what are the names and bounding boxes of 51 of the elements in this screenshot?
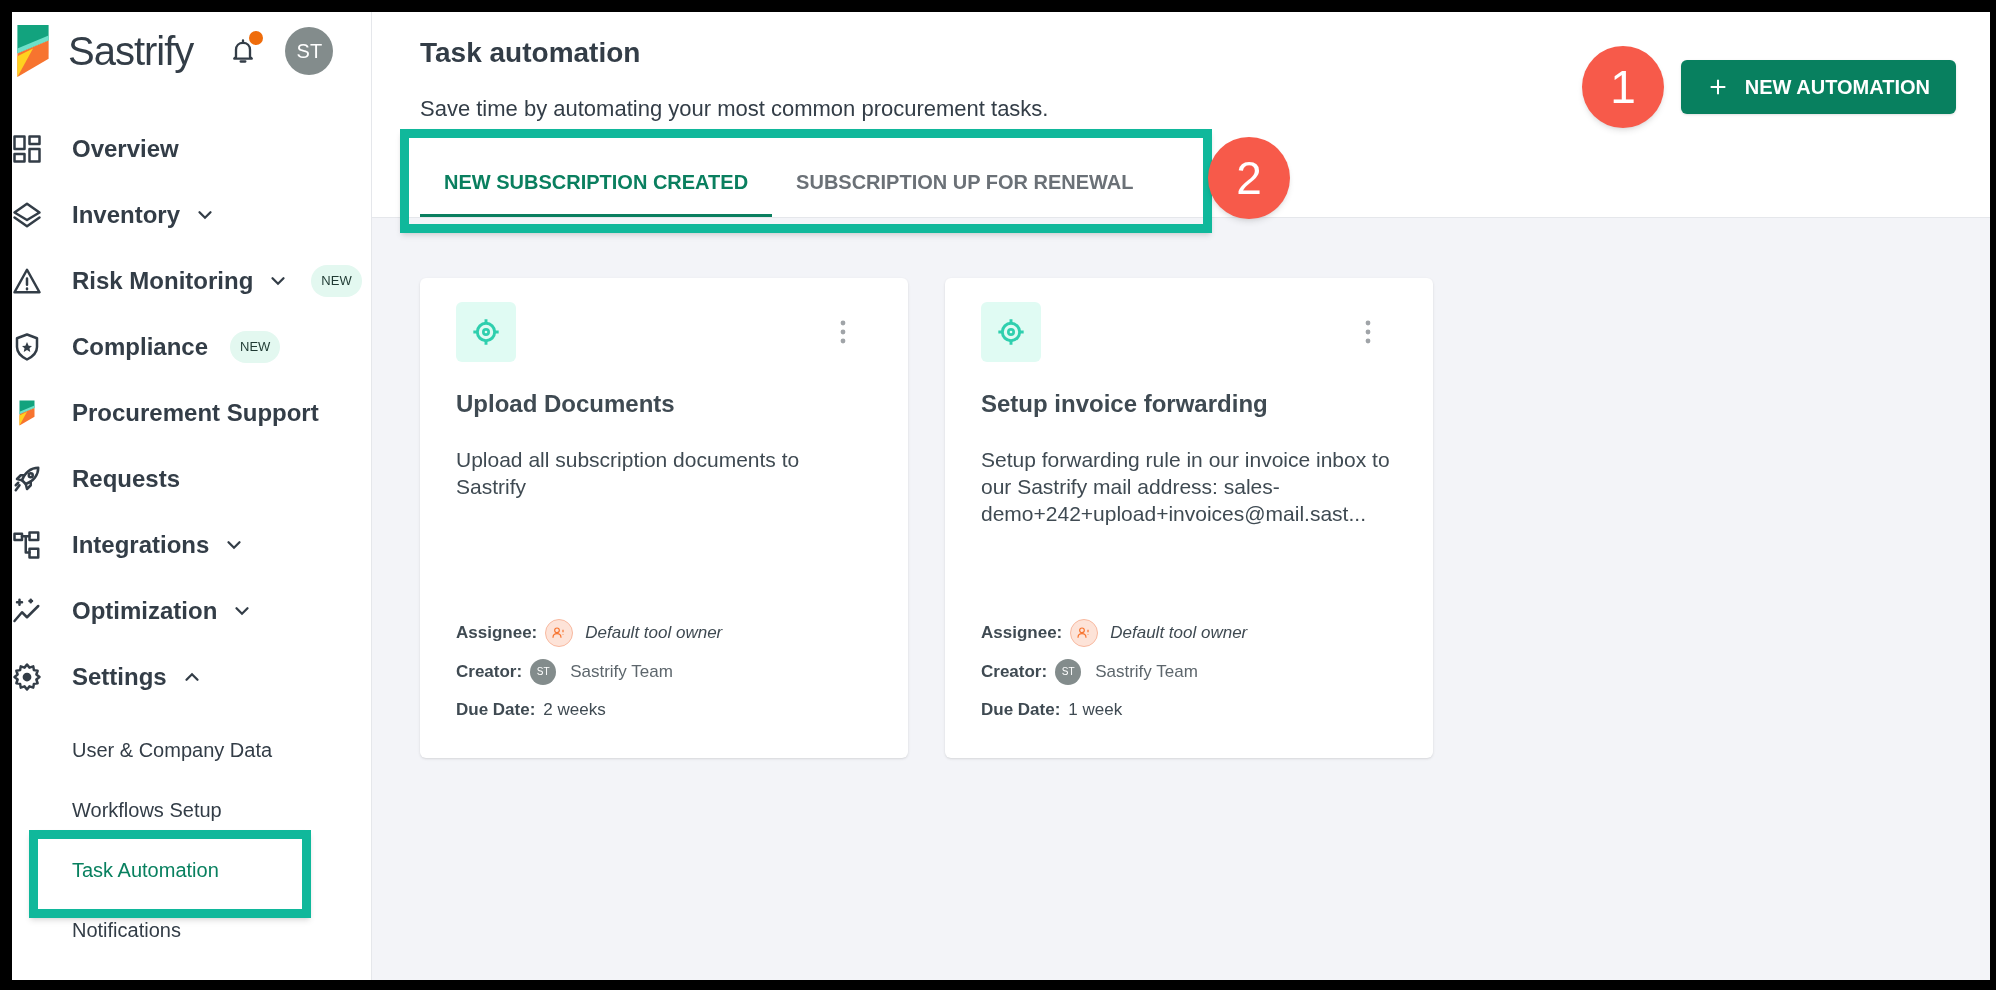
sidebar-item[interactable]: Compliance NEW [12,314,371,380]
new-automation-button[interactable]: NEW AUTOMATION [1680,60,1956,114]
field-label: Assignee: [981,621,1063,644]
sidebar-subitem[interactable]: Notifications [12,900,371,960]
more-options-icon [1365,320,1371,344]
page-subtitle: Save time by automating your most common procurement tasks. [420,95,1050,123]
sidebar-item[interactable]: Settings [12,644,371,710]
sidebar-item[interactable]: Inventory [12,182,371,248]
field-label: Due Date: [981,698,1061,721]
brand-name: Sastrify [68,28,194,75]
field-label: Due Date: [456,698,536,721]
sidebar-subitem[interactable]: Workflows Setup [12,780,371,840]
card-title: Upload Documents [456,389,676,419]
creator-name: Sastrify Team [1095,660,1198,683]
page-title: Task automation [420,36,642,70]
due-date: 2 weeks [543,698,606,721]
sidebar-item[interactable]: Procurement Support [12,380,371,446]
field-label: Creator: [981,660,1048,683]
sidebar-subitem[interactable]: User & Company Data [12,720,371,780]
more-options-icon [840,320,846,344]
grid-icon [12,134,42,164]
tab[interactable]: NEW SUBSCRIPTION CREATED [420,149,773,217]
creator-avatar: ST [1055,658,1082,685]
hierarchy-icon [12,530,42,560]
automation-card[interactable]: Upload Documents Upload all subscription documents to Sastrify Assignee: Default tool owner Creator: ST Sastrify Team Due Date: 2 weeks [420,278,908,758]
tab[interactable]: SUBSCRIPTION UP FOR RENEWAL [772,149,1158,217]
new-badge: NEW [230,331,281,363]
rocket-icon [12,464,42,494]
card-description: Upload all subscription documents to Sastrify [456,447,801,500]
field-label: Creator: [456,660,523,683]
sidebar-item[interactable]: Overview [12,116,371,182]
settings-icon [12,662,42,692]
field-label: Assignee: [456,621,538,644]
target-icon [470,316,502,348]
warning-icon [12,266,42,296]
sidebar-item[interactable]: Integrations [12,512,371,578]
assignee-name: Default tool owner [1110,621,1248,644]
layers-icon [12,200,42,230]
sidebar-subitem[interactable]: Task Automation [12,840,371,900]
creator-avatar: ST [530,658,557,685]
target-icon [995,316,1027,348]
automation-card[interactable] [945,278,1433,758]
sidebar-item[interactable]: Requests [12,446,371,512]
assignee-name: Default tool owner [585,621,723,644]
creator-name: Sastrify Team [570,660,673,683]
card-title: Setup invoice forwarding [981,389,1269,419]
sidebar-item[interactable]: Optimization [12,578,371,644]
card-description: Setup forwarding rule in our invoice inbox to our Sastrify mail address: sales-demo+242+upload+invoices@mail.sast... [981,447,1391,527]
new-badge: NEW [311,265,362,297]
sidebar-item[interactable]: Risk Monitoring NEW [12,248,371,314]
due-date: 1 week [1068,698,1123,721]
